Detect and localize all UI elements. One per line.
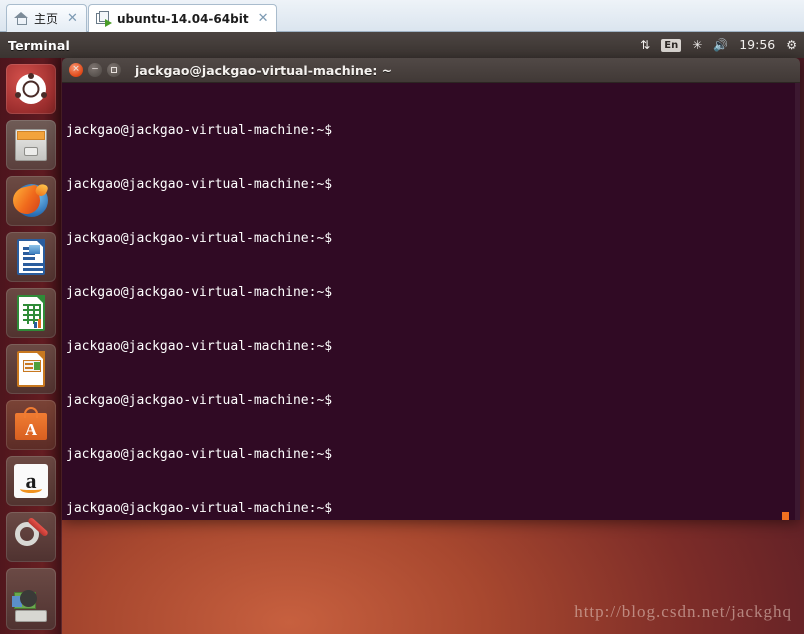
unity-top-panel: Terminal ⇅ En ✳ 🔊 19:56 ⚙ — [0, 32, 804, 58]
launcher-item-firefox[interactable] — [6, 176, 56, 226]
maximize-icon — [111, 67, 117, 73]
window-close-button[interactable]: ✕ — [69, 63, 83, 77]
network-icon[interactable]: ⇅ — [640, 39, 650, 51]
virtual-machine-icon — [96, 11, 112, 27]
launcher-item-amazon[interactable]: a — [6, 456, 56, 506]
tab-home-close-icon[interactable]: ✕ — [67, 11, 78, 26]
terminal-cursor — [782, 512, 789, 520]
terminal-line: jackgao@jackgao-virtual-machine:~$ — [66, 338, 800, 356]
tab-home[interactable]: 主页 ✕ — [6, 4, 87, 32]
window-maximize-button[interactable] — [107, 63, 121, 77]
launcher-item-libreoffice-impress[interactable] — [6, 344, 56, 394]
terminal-scrollbar[interactable] — [795, 83, 800, 520]
home-icon — [14, 11, 29, 26]
terminal-line: jackgao@jackgao-virtual-machine:~$ — [66, 392, 800, 410]
volume-icon[interactable]: 🔊 — [713, 39, 728, 51]
tab-home-label: 主页 — [34, 10, 58, 27]
tab-ubuntu-vm[interactable]: ubuntu-14.04-64bit ✕ — [88, 4, 277, 32]
tab-ubuntu-vm-close-icon[interactable]: ✕ — [258, 11, 269, 26]
panel-indicator-area: ⇅ En ✳ 🔊 19:56 ⚙ — [640, 39, 804, 52]
launcher-item-files[interactable] — [6, 120, 56, 170]
panel-app-title: Terminal — [8, 38, 70, 53]
watermark-text: http://blog.csdn.net/jackghq — [574, 602, 792, 622]
terminal-line: jackgao@jackgao-virtual-machine:~$ — [66, 230, 800, 248]
keyboard-layout-indicator[interactable]: En — [661, 39, 681, 52]
close-icon: ✕ — [72, 66, 80, 75]
terminal-output-area[interactable]: jackgao@jackgao-virtual-machine:~$ jackg… — [62, 83, 800, 520]
launcher-item-ubuntu-software-center[interactable]: A — [6, 400, 56, 450]
terminal-line: jackgao@jackgao-virtual-machine:~$ — [66, 122, 800, 140]
terminal-titlebar[interactable]: ✕ − jackgao@jackgao-virtual-machine: ~ — [62, 58, 800, 83]
screen: 主页 ✕ ubuntu-14.04-64bit ✕ Terminal ⇅ En … — [0, 0, 804, 634]
terminal-line: jackgao@jackgao-virtual-machine:~$ — [66, 446, 800, 464]
launcher-item-libreoffice-writer[interactable] — [6, 232, 56, 282]
clock-indicator[interactable]: 19:56 — [739, 39, 775, 52]
terminal-line: jackgao@jackgao-virtual-machine:~$ — [66, 500, 800, 518]
vmware-tab-strip: 主页 ✕ ubuntu-14.04-64bit ✕ — [0, 0, 804, 32]
window-minimize-button[interactable]: − — [88, 63, 102, 77]
terminal-window[interactable]: ✕ − jackgao@jackgao-virtual-machine: ~ j… — [62, 58, 800, 520]
terminal-line: jackgao@jackgao-virtual-machine:~$ — [66, 176, 800, 194]
tab-ubuntu-vm-label: ubuntu-14.04-64bit — [117, 12, 249, 26]
minimize-icon: − — [91, 66, 99, 75]
bluetooth-icon[interactable]: ✳ — [692, 39, 702, 51]
launcher-item-system-settings[interactable] — [6, 512, 56, 562]
gear-icon[interactable]: ⚙ — [786, 39, 797, 51]
unity-launcher: A a — [0, 58, 62, 634]
ubuntu-dash-icon — [16, 74, 46, 104]
terminal-line: jackgao@jackgao-virtual-machine:~$ — [66, 284, 800, 302]
terminal-title-text: jackgao@jackgao-virtual-machine: ~ — [135, 63, 392, 78]
launcher-item-libreoffice-calc[interactable] — [6, 288, 56, 338]
launcher-item-workspace-switcher[interactable] — [6, 568, 56, 630]
launcher-item-ubuntu-dash[interactable] — [6, 64, 56, 114]
